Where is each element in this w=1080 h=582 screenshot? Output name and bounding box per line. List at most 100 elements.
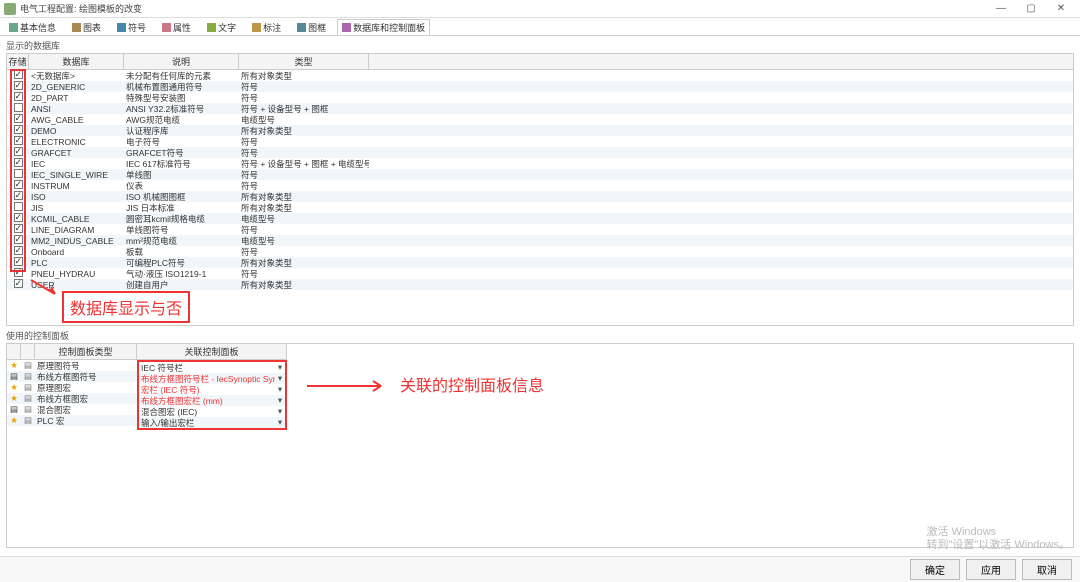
store-checkbox[interactable] (14, 202, 23, 211)
store-checkbox[interactable] (14, 180, 23, 189)
dropdown-icon[interactable]: ▾ (275, 384, 285, 395)
col-database[interactable]: 数据库 (29, 54, 124, 69)
annotation-db-visibility: 数据库显示与否 (62, 291, 190, 323)
table-row[interactable]: MM2_INDUS_CABLEmm²规范电缆电缆型号 (7, 235, 1073, 246)
dropdown-icon[interactable]: ▾ (275, 395, 285, 406)
store-checkbox[interactable] (14, 279, 23, 288)
dropdown-icon[interactable]: ▾ (275, 417, 285, 428)
col-type[interactable]: 类型 (239, 54, 369, 69)
table-row[interactable]: Onboard板载符号 (7, 246, 1073, 257)
table-row[interactable]: PLC可编程PLC符号所有对象类型 (7, 257, 1073, 268)
table-row[interactable]: IEC_SINGLE_WIRE单线图符号 (7, 169, 1073, 180)
col-linked-panel[interactable]: 关联控制面板 (137, 344, 287, 360)
cell-type: 所有对象类型 (239, 279, 369, 291)
dropdown-icon[interactable]: ▾ (275, 406, 285, 417)
cell-db: DEMO (29, 126, 124, 136)
tab-5[interactable]: 标注 (247, 19, 286, 35)
list-item[interactable]: 布线方框图宏栏 (mm)▾ (139, 395, 285, 406)
col-panel-type[interactable]: 控制面板类型 (35, 344, 137, 360)
apply-button[interactable]: 应用 (966, 559, 1016, 580)
store-checkbox[interactable] (14, 257, 23, 266)
table-row[interactable]: ANSIANSI Y32.2标准符号符号 + 设备型号 + 图框 (7, 103, 1073, 114)
store-checkbox[interactable] (14, 235, 23, 244)
store-checkbox[interactable] (14, 158, 23, 167)
col-desc[interactable]: 说明 (124, 54, 239, 69)
store-checkbox[interactable] (14, 147, 23, 156)
tab-label: 属性 (173, 21, 191, 34)
table-row[interactable]: 2D_GENERIC机械布置图通用符号符号 (7, 81, 1073, 92)
type-icon: ▤ (21, 382, 35, 393)
table-row[interactable]: LINE_DIAGRAM单线图符号符号 (7, 224, 1073, 235)
store-checkbox[interactable] (14, 81, 23, 90)
store-checkbox[interactable] (14, 213, 23, 222)
col-icon2 (21, 344, 35, 360)
cell-db: PLC (29, 258, 124, 268)
type-icon: ▤ (21, 393, 35, 404)
tab-1[interactable]: 图表 (67, 19, 106, 35)
list-item[interactable]: ★▤原理图宏 (7, 382, 137, 393)
table-row[interactable]: ISOISO 机械图图框所有对象类型 (7, 191, 1073, 202)
cancel-button[interactable]: 取消 (1022, 559, 1072, 580)
tab-0[interactable]: 基本信息 (4, 19, 61, 35)
table-row[interactable]: GRAFCETGRAFCET符号符号 (7, 147, 1073, 158)
list-item[interactable]: 布线方框图符号栏 - IecSynoptic SymbolPalette.xml… (139, 373, 285, 384)
list-item[interactable]: 混合图宏 (IEC)▾ (139, 406, 285, 417)
table-row[interactable]: 2D_PART特殊型号安装图符号 (7, 92, 1073, 103)
linked-panel-list: 关联控制面板 IEC 符号栏▾布线方框图符号栏 - IecSynoptic Sy… (137, 344, 287, 547)
list-item[interactable]: ▤▤混合图宏 (7, 404, 137, 415)
table-row[interactable]: INSTRUM仪表符号 (7, 180, 1073, 191)
tab-7[interactable]: 数据库和控制面板 (337, 19, 430, 35)
list-item[interactable]: ▤▤布线方框图符号 (7, 371, 137, 382)
ok-button[interactable]: 确定 (910, 559, 960, 580)
table-row[interactable]: <无数据库>未分配有任何库的元素所有对象类型 (7, 70, 1073, 81)
list-item[interactable]: 输入/输出宏栏▾ (139, 417, 285, 428)
db-grid-header: 存储 数据库 说明 类型 (7, 54, 1073, 70)
store-checkbox[interactable] (14, 103, 23, 112)
table-row[interactable]: KCMIL_CABLE圆密耳kcmil规格电缆电缆型号 (7, 213, 1073, 224)
list-item[interactable]: ★▤PLC 宏 (7, 415, 137, 426)
tab-icon (117, 23, 126, 32)
cell-db: KCMIL_CABLE (29, 214, 124, 224)
tab-icon (252, 23, 261, 32)
list-item[interactable]: ★▤原理图符号 (7, 360, 137, 371)
col-store[interactable]: 存储 (7, 54, 29, 69)
tab-4[interactable]: 文字 (202, 19, 241, 35)
tab-bar: 基本信息图表符号 属性文字标注图框数据库和控制面板 (0, 18, 1080, 36)
star-icon: ★ (7, 415, 21, 426)
annotation-linked-panels: 关联的控制面板信息 (400, 372, 544, 396)
table-row[interactable]: ELECTRONIC电子符号符号 (7, 136, 1073, 147)
list-item[interactable]: 宏栏 (IEC 符号)▾ (139, 384, 285, 395)
tab-3[interactable]: 属性 (157, 19, 196, 35)
list-item[interactable]: IEC 符号栏▾ (139, 362, 285, 373)
dropdown-icon[interactable]: ▾ (275, 362, 285, 373)
list-item[interactable]: ★▤布线方框图宏 (7, 393, 137, 404)
close-button[interactable]: ✕ (1046, 3, 1076, 14)
store-checkbox[interactable] (14, 246, 23, 255)
table-row[interactable]: USER创建自用户所有对象类型 (7, 279, 1073, 290)
store-checkbox[interactable] (14, 125, 23, 134)
table-row[interactable]: DEMO认证程序库所有对象类型 (7, 125, 1073, 136)
store-checkbox[interactable] (14, 224, 23, 233)
store-checkbox[interactable] (14, 136, 23, 145)
store-checkbox[interactable] (14, 114, 23, 123)
store-checkbox[interactable] (14, 191, 23, 200)
maximize-button[interactable]: ▢ (1016, 3, 1046, 14)
tab-2[interactable]: 符号 (112, 19, 151, 35)
table-row[interactable]: JISJIS 日本标准所有对象类型 (7, 202, 1073, 213)
store-checkbox[interactable] (14, 268, 23, 277)
type-icon: ▤ (21, 415, 35, 426)
table-row[interactable]: IECIEC 617标准符号符号 + 设备型号 + 图框 + 电缆型号 + 宏 (7, 158, 1073, 169)
store-checkbox[interactable] (14, 70, 23, 79)
tab-6[interactable]: 图框 (292, 19, 331, 35)
app-icon (4, 3, 16, 15)
table-row[interactable]: PNEU_HYDRAU气动·液压 ISO1219-1符号 (7, 268, 1073, 279)
dropdown-icon[interactable]: ▾ (275, 373, 285, 384)
minimize-button[interactable]: — (986, 3, 1016, 14)
cell-db: 2D_GENERIC (29, 82, 124, 92)
annotation-arrow-icon (29, 278, 59, 300)
store-checkbox[interactable] (14, 169, 23, 178)
table-row[interactable]: AWG_CABLEAWG规范电缆电缆型号 (7, 114, 1073, 125)
store-checkbox[interactable] (14, 92, 23, 101)
type-icon: ▤ (21, 404, 35, 415)
cell-db: JIS (29, 203, 124, 213)
